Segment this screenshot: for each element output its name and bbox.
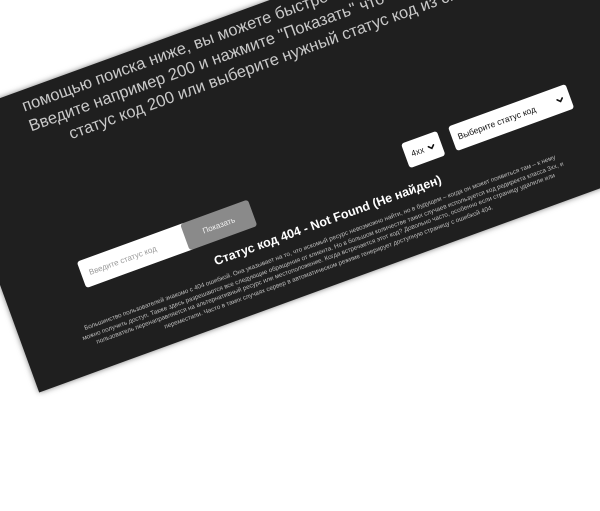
main-panel: помощью поиска ниже, вы можете быстро на…	[0, 0, 600, 393]
status-code-select-value: Выберите статус код	[456, 103, 538, 142]
status-class-select[interactable]: 4xx	[400, 130, 446, 169]
chevron-down-icon	[427, 143, 434, 150]
status-class-value: 4xx	[409, 144, 426, 159]
chevron-down-icon	[556, 96, 563, 103]
status-code-select[interactable]: Выберите статус код	[447, 83, 575, 152]
